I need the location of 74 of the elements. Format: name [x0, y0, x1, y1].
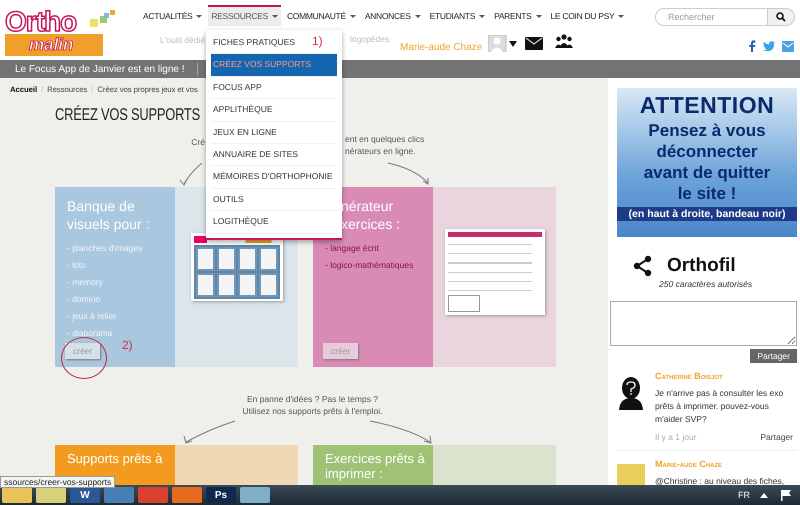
notes-app-icon[interactable]	[36, 487, 66, 503]
search-field[interactable]: Rechercher	[655, 8, 767, 26]
menu-item[interactable]: APPLITHÈQUE	[211, 99, 337, 122]
nav-item[interactable]: ETUDIANTS	[426, 5, 488, 26]
card-list-item: - diaporama	[67, 328, 114, 338]
flag-icon[interactable]	[780, 489, 792, 501]
logo-text: malin	[5, 34, 103, 56]
caret-icon	[479, 14, 486, 18]
nav-item[interactable]: ANNONCES	[362, 5, 424, 26]
card-list-item: - memory	[67, 277, 104, 287]
search-button[interactable]	[767, 8, 795, 26]
menu-item[interactable]: ANNUAIRE DE SITES	[211, 144, 337, 166]
caret-icon	[618, 14, 624, 18]
card-list-item: - domino	[67, 294, 102, 304]
avatar-silhouette-icon	[619, 377, 643, 410]
language-indicator[interactable]: FR	[738, 490, 750, 500]
widget-title: Orthofil	[667, 255, 736, 277]
card-list-item: - planches d'images	[67, 243, 144, 253]
annotation-label: 1)	[312, 34, 323, 48]
flag-icon	[781, 490, 791, 501]
alert-note: (en haut à droite, bandeau noir)	[617, 207, 797, 221]
card-title: Supports prêts à	[67, 451, 164, 466]
message-field[interactable]	[610, 301, 797, 346]
nav-item[interactable]: LE COIN DU PSY	[548, 5, 628, 26]
intro-text: nérateurs en ligne.	[345, 145, 416, 157]
share-button[interactable]: Partager	[750, 349, 797, 363]
nav-item[interactable]: RESSOURCES	[208, 5, 281, 26]
alert-heading: ATTENTION	[640, 92, 774, 119]
intro-text: ent en quelques clics	[345, 133, 424, 145]
search-icon	[776, 12, 786, 22]
annotation-label: 2)	[122, 338, 133, 352]
alert-message: Pensez à vous déconnecter avant de quitter le site !	[642, 120, 772, 204]
facebook-icon[interactable]	[748, 40, 756, 52]
user-avatar-icon[interactable]	[488, 34, 518, 52]
comment-text: Je n'arrive pas à consulter les exo prêts à imprimer. pouvez-vous m'aider SVP?	[655, 387, 784, 426]
card-title: Banque de visuels pour :	[67, 197, 150, 233]
menu-item[interactable]: JEUX EN LIGNE	[211, 122, 337, 144]
caret-icon	[414, 14, 421, 18]
nav-item[interactable]: ACTUALITÉS	[140, 5, 206, 26]
tagline-text: logopèdes	[349, 34, 390, 44]
comment-time: Il y a 1 jour	[655, 432, 697, 442]
caret-icon	[536, 14, 542, 18]
mail-app-icon[interactable]	[104, 487, 134, 503]
squares-icon	[90, 10, 115, 27]
announcement-link[interactable]: Le Focus App de Janvier est en ligne !	[15, 64, 185, 74]
card-list-item: - jeux à relier	[67, 311, 118, 321]
nav-item[interactable]: PARENTS	[491, 5, 544, 26]
card-title: nérateur xercices :	[340, 197, 402, 233]
status-url-tooltip: ssources/creer-vos-supports	[0, 476, 116, 488]
caret-icon	[350, 14, 356, 18]
card-list-item: - logico-mathématiques	[325, 260, 414, 270]
caret-icon	[272, 14, 278, 18]
card-list-item: - langage écrit	[325, 243, 380, 253]
tagline-text: L'outil dédié	[160, 35, 206, 45]
page-title: CRÉEZ VOS SUPPORTS	[55, 104, 200, 126]
card-title: Exercices prêts à imprimer :	[325, 451, 426, 481]
folder-app-icon[interactable]	[2, 487, 32, 503]
character-limit-text: 250 caractères autorisés	[659, 279, 754, 289]
comment-text: @Christine : au niveau des fiches,	[655, 475, 786, 485]
menu-item[interactable]: LOGITHÈQUE	[211, 211, 337, 234]
menu-item[interactable]: OUTILS	[211, 188, 337, 212]
ps-app-icon[interactable]: Ps	[206, 487, 236, 503]
menu-item[interactable]: MÉMOIRES D'ORTHOPHONIE	[211, 166, 337, 189]
caret-icon	[196, 14, 202, 18]
menu-item[interactable]: FOCUS APP	[211, 76, 337, 100]
share-link[interactable]: Partager	[760, 432, 793, 442]
hint-text: En panne d'idées ? Pas le temps ? Utilisez nos supports prêts à l'emploi.	[241, 393, 384, 417]
annotation-circle	[61, 337, 107, 379]
word-app-icon[interactable]: W	[70, 487, 100, 503]
user-avatar-icon	[488, 34, 517, 52]
intro-text: Cré	[190, 137, 205, 149]
share-icon	[634, 256, 652, 276]
card-list-item: - loto	[67, 260, 87, 270]
nav-item[interactable]: COMMUNAUTÉ	[284, 5, 359, 26]
